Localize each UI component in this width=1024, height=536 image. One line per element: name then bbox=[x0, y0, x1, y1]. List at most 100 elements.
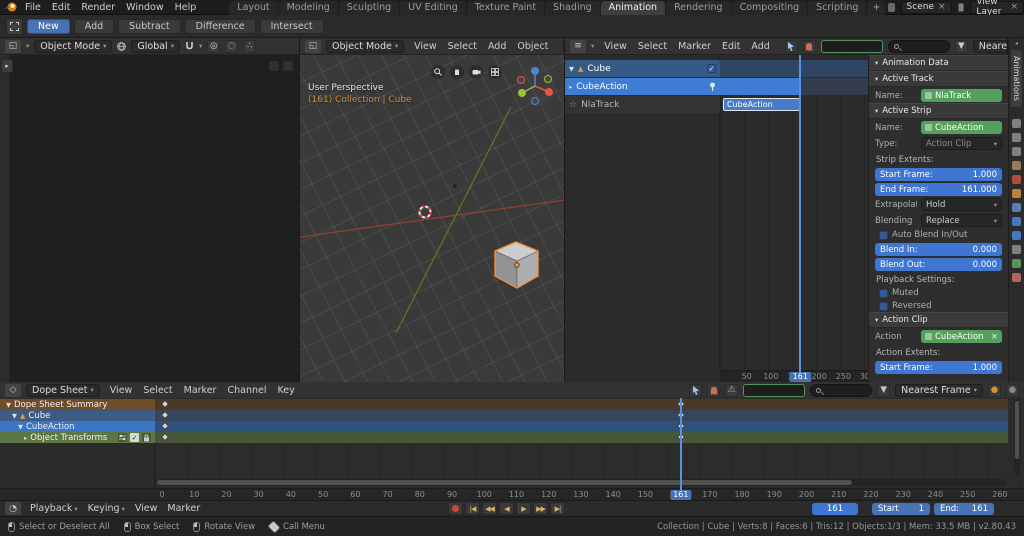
current-frame-badge[interactable]: 161 bbox=[670, 490, 691, 500]
snap-dropdown[interactable]: Nearest Frame▾ bbox=[973, 40, 1007, 53]
strip-end-frame-slider[interactable]: End Frame: 161.000 bbox=[875, 183, 1002, 196]
action-field[interactable]: CubeAction× bbox=[921, 330, 1002, 343]
channel-row-cubeaction[interactable]: ▼ CubeAction bbox=[0, 421, 1008, 432]
snapping-options-icon[interactable]: ∴ bbox=[243, 40, 256, 53]
properties-tab-output-icon[interactable] bbox=[1012, 133, 1021, 142]
menu-add[interactable]: Add bbox=[483, 41, 511, 52]
action-strip[interactable]: CubeAction bbox=[723, 98, 800, 111]
orientation-dropdown[interactable]: Global▾ bbox=[563, 40, 564, 53]
scrollbar-thumb[interactable] bbox=[157, 480, 852, 485]
select-mode-subtract-button[interactable]: Subtract bbox=[118, 19, 180, 34]
workspace-tab-uv-editing[interactable]: UV Editing bbox=[400, 1, 466, 15]
jump-to-end-button[interactable]: ▶| bbox=[550, 502, 565, 515]
channel-row-summary[interactable]: ▼ Dope Sheet Summary bbox=[0, 399, 1008, 410]
active-action-band[interactable] bbox=[720, 78, 800, 95]
scene-selector[interactable]: Scene × bbox=[901, 1, 952, 14]
editor-type-icon[interactable]: ◱ bbox=[5, 40, 21, 53]
nla-time-ruler[interactable]: 50100150200250300 161 bbox=[720, 370, 868, 382]
editor-type-icon[interactable]: ◇ bbox=[5, 384, 21, 397]
channel-enable-checkbox[interactable]: ✓ bbox=[130, 433, 139, 442]
proportional-edit-icon[interactable]: ◎ bbox=[207, 40, 220, 53]
end-frame-field[interactable]: End:161 bbox=[934, 503, 994, 515]
properties-tab-render-icon[interactable] bbox=[1012, 119, 1021, 128]
scrollbar-thumb[interactable] bbox=[1015, 401, 1019, 459]
gizmo-icon[interactable] bbox=[283, 61, 293, 71]
toolbar-toggle-icon[interactable]: ▸ bbox=[1, 59, 13, 73]
filter-errors-icon[interactable]: ⚠ bbox=[725, 384, 738, 397]
filter-selected-icon[interactable] bbox=[785, 40, 798, 53]
workspace-tab-rendering[interactable]: Rendering bbox=[666, 1, 731, 15]
perspective-toggle-icon[interactable] bbox=[488, 65, 502, 79]
unlink-action-icon[interactable]: × bbox=[991, 332, 998, 342]
dope-time-ruler[interactable]: 0102030405060708090100110120130140150160… bbox=[0, 488, 1024, 500]
menu-edit[interactable]: Edit bbox=[47, 2, 75, 13]
editor-type-icon[interactable]: ◔ bbox=[5, 502, 21, 515]
menu-marker[interactable]: Marker bbox=[162, 503, 205, 514]
workspace-tab-compositing[interactable]: Compositing bbox=[732, 1, 808, 15]
panel-active-strip[interactable]: ▾Active Strip bbox=[869, 103, 1008, 119]
channel-filter-field[interactable] bbox=[743, 384, 805, 397]
nla-strip-row-nlatrack[interactable]: CubeAction bbox=[720, 96, 868, 113]
strip-name-field[interactable]: CubeAction bbox=[921, 121, 1002, 134]
snap-magnet-icon[interactable] bbox=[185, 41, 194, 51]
expand-caret-icon[interactable]: ▼ bbox=[6, 401, 11, 409]
properties-tab-object-data-icon[interactable] bbox=[1012, 259, 1021, 268]
orientation-dropdown[interactable]: Global▾ bbox=[131, 40, 180, 53]
nla-track-nlatrack[interactable]: ☆ NlaTrack bbox=[565, 96, 720, 113]
blending-dropdown[interactable]: Replace▾ bbox=[921, 214, 1002, 227]
mode-dropdown[interactable]: Object Mode▾ bbox=[326, 40, 404, 53]
filter-selected-icon[interactable] bbox=[689, 384, 702, 397]
menu-file[interactable]: File bbox=[20, 2, 46, 13]
next-keyframe-button[interactable]: ▶▶ bbox=[533, 502, 548, 515]
strip-start-frame-slider[interactable]: Start Frame: 1.000 bbox=[875, 168, 1002, 181]
muted-checkbox[interactable] bbox=[879, 289, 888, 298]
menu-select[interactable]: Select bbox=[633, 41, 672, 52]
workspace-tab-layout[interactable]: Layout bbox=[229, 1, 277, 15]
workspace-tab-shading[interactable]: Shading bbox=[545, 1, 600, 15]
menu-marker[interactable]: Marker bbox=[179, 385, 222, 396]
editor-mode-dropdown[interactable]: Dope Sheet▾ bbox=[26, 384, 100, 397]
mode-dropdown[interactable]: Object Mode▾ bbox=[34, 40, 112, 53]
workspace-tab-modeling[interactable]: Modeling bbox=[279, 1, 338, 15]
select-mode-intersect-button[interactable]: Intersect bbox=[260, 19, 324, 34]
menu-key[interactable]: Key bbox=[272, 385, 299, 396]
nla-strip-row-cube[interactable] bbox=[720, 60, 868, 77]
start-frame-field[interactable]: Start1 bbox=[872, 503, 930, 515]
play-reverse-button[interactable]: ◀ bbox=[499, 502, 514, 515]
pin-icon[interactable] bbox=[709, 82, 716, 92]
channel-row-object-transforms[interactable]: ▸ Object Transforms ✓ bbox=[0, 432, 1008, 443]
unlink-view-layer-icon[interactable]: × bbox=[1010, 2, 1018, 12]
track-name-field[interactable]: NlaTrack bbox=[921, 89, 1002, 102]
nla-track-cube[interactable]: ▼ ▲ Cube ✓ bbox=[565, 60, 720, 77]
blend-out-slider[interactable]: Blend Out: 0.000 bbox=[875, 258, 1002, 271]
reversed-checkbox[interactable] bbox=[879, 302, 888, 311]
select-mode-new-button[interactable]: New bbox=[27, 19, 70, 34]
camera-view-icon[interactable] bbox=[469, 65, 483, 79]
menu-channel[interactable]: Channel bbox=[222, 385, 271, 396]
overlay-icon[interactable] bbox=[269, 61, 279, 71]
properties-tab-world-icon[interactable] bbox=[1012, 175, 1021, 184]
properties-tab-scene-icon[interactable] bbox=[1012, 161, 1021, 170]
previous-keyframe-button[interactable]: ◀◀ bbox=[482, 502, 497, 515]
nla-strip-row-cubeaction[interactable] bbox=[720, 78, 868, 95]
select-mode-difference-button[interactable]: Difference bbox=[185, 19, 256, 34]
snap-dropdown[interactable]: Nearest Frame▾ bbox=[895, 384, 983, 397]
auto-blend-checkbox[interactable] bbox=[879, 231, 888, 240]
properties-tab-particles-icon[interactable] bbox=[1012, 217, 1021, 226]
horizontal-scrollbar[interactable] bbox=[156, 479, 1006, 486]
expand-caret-icon[interactable]: ▼ bbox=[12, 412, 17, 420]
search-input[interactable] bbox=[810, 384, 872, 397]
search-input[interactable] bbox=[888, 40, 950, 53]
expand-caret-icon[interactable]: ▼ bbox=[569, 65, 574, 73]
jump-to-start-button[interactable]: |◀ bbox=[465, 502, 480, 515]
auto-keying-record-button[interactable] bbox=[448, 502, 463, 515]
filter-hidden-icon[interactable] bbox=[803, 40, 816, 53]
workspace-tab-sculpting[interactable]: Sculpting bbox=[339, 1, 399, 15]
menu-object[interactable]: Object bbox=[512, 41, 553, 52]
filter-funnel-icon[interactable]: ▼ bbox=[877, 384, 890, 397]
properties-tab-object-icon[interactable] bbox=[1012, 189, 1021, 198]
current-frame-field[interactable]: 161 bbox=[812, 503, 858, 515]
menu-view[interactable]: View bbox=[130, 503, 163, 514]
channel-row-cube[interactable]: ▼ ▲ Cube bbox=[0, 410, 1008, 421]
expand-caret-icon[interactable]: ▼ bbox=[18, 423, 23, 431]
